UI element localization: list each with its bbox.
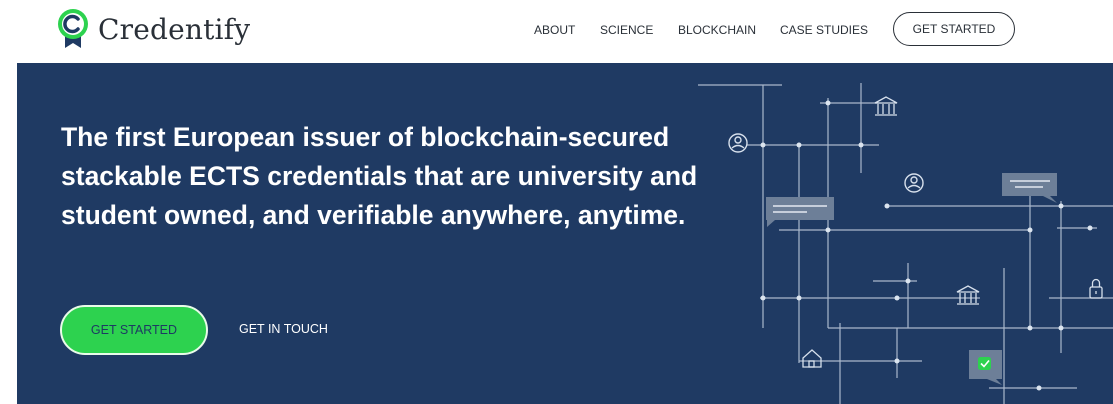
- nav-case-studies[interactable]: CASE STUDIES: [780, 23, 868, 37]
- lock-icon: [1089, 278, 1103, 299]
- institution-icon: [874, 96, 898, 116]
- institution-icon: [956, 285, 980, 305]
- nav-blockchain[interactable]: BLOCKCHAIN: [678, 23, 756, 37]
- home-icon: [802, 349, 822, 368]
- brand-name: Credentify: [98, 12, 251, 46]
- top-navigation: Credentify ABOUT SCIENCE BLOCKCHAIN CASE…: [0, 0, 1113, 63]
- logo[interactable]: Credentify: [56, 8, 250, 50]
- get-in-touch-link[interactable]: GET IN TOUCH: [239, 322, 328, 336]
- nav-about[interactable]: ABOUT: [534, 23, 575, 37]
- get-started-nav-button[interactable]: GET STARTED: [893, 12, 1015, 46]
- document-icon: [766, 197, 834, 227]
- user-icon: [904, 173, 924, 193]
- credential-badge-icon: [58, 9, 88, 48]
- hero-section: The first European issuer of blockchain-…: [17, 63, 1113, 404]
- nav-science[interactable]: SCIENCE: [600, 23, 653, 37]
- user-icon: [728, 133, 748, 153]
- checkmark-icon: [969, 350, 1002, 385]
- get-started-button[interactable]: GET STARTED: [60, 305, 208, 355]
- hero-headline: The first European issuer of blockchain-…: [61, 122, 698, 230]
